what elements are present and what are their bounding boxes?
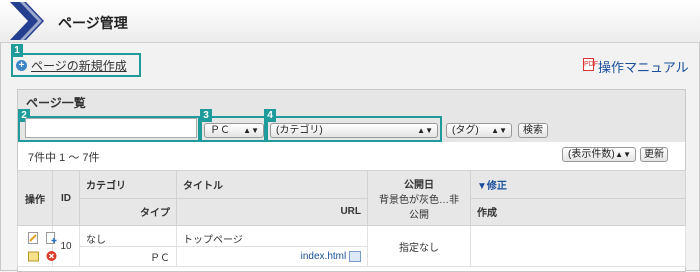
col-id: ID [52,170,80,226]
header-bar: ページ管理 [0,0,700,43]
per-page-select[interactable]: (表示件数) ▲▼ [562,147,636,162]
tag-select[interactable]: (タグ) ▲▼ [446,123,512,138]
tag-select-label: (タグ) [452,125,479,136]
annotation-number-4: 4 [264,109,276,122]
row-type: ＰＣ [79,245,177,267]
row-url-link[interactable]: index.html [301,251,347,262]
chevron-down-icon: ▲▼ [417,126,433,135]
chevron-logo-icon [10,2,44,40]
published-note-1: 背景色が灰色…非 [379,194,459,206]
edit-icon[interactable] [28,232,39,244]
col-created: 作成 [470,197,686,226]
table-row: 10 なし トップページ 指定なし [17,225,686,267]
pdf-icon: PDF [583,58,598,71]
col-action: 操作 [17,170,53,226]
col-url: URL [176,197,368,226]
search-input[interactable] [25,118,197,138]
new-page-link[interactable]: ページの新規作成 [31,57,127,74]
table-header-row: 操作 ID カテゴリ タイトル 公開日 背景色が灰色…非 公開 ▼修正 [17,170,686,226]
search-button[interactable]: 検索 [518,123,548,138]
published-label: 公開日 [404,179,434,191]
page-table: 操作 ID カテゴリ タイトル 公開日 背景色が灰色…非 公開 ▼修正 タイプ … [17,170,686,267]
page-title: ページ管理 [58,15,128,31]
manual-link[interactable]: 操作マニュアル [598,57,689,76]
device-select[interactable]: ＰＣ ▲▼ [204,123,264,138]
annotation-number-1: 1 [11,44,23,57]
table-header-row-2: タイプ URL 作成 [18,197,686,226]
row-title: トップページ [176,225,368,247]
panel-title: ページ一覧 [26,96,86,110]
add-page-icon[interactable] [46,232,57,244]
note-icon[interactable] [28,250,39,262]
col-category: カテゴリ [79,170,177,199]
result-count: 7件中 1 ～ 7件 [28,152,100,164]
per-page-select-label: (表示件数) [568,149,615,160]
chevron-down-icon: ▲▼ [615,150,631,159]
col-published: 公開日 背景色が灰色…非 公開 [367,170,471,226]
copy-icon[interactable] [349,250,361,262]
published-note-2: 公開 [409,209,429,221]
chevron-down-icon: ▲▼ [243,126,259,135]
col-title: タイトル [176,170,368,199]
device-select-label: ＰＣ [210,125,230,136]
col-modified-sort[interactable]: ▼修正 [470,170,686,199]
chevron-down-icon: ▲▼ [491,126,507,135]
row-url-cell: index.html [176,245,368,267]
row-category: なし [79,225,177,247]
category-select[interactable]: (カテゴリ) ▲▼ [270,123,438,138]
col-type: タイプ [79,197,177,226]
row-published: 指定なし [367,225,471,267]
update-button[interactable]: 更新 [640,147,668,162]
row-modified [470,225,686,267]
category-select-label: (カテゴリ) [276,125,323,136]
delete-icon[interactable] [46,250,57,262]
add-icon: + [16,60,27,71]
annotation-number-3: 3 [200,109,212,122]
